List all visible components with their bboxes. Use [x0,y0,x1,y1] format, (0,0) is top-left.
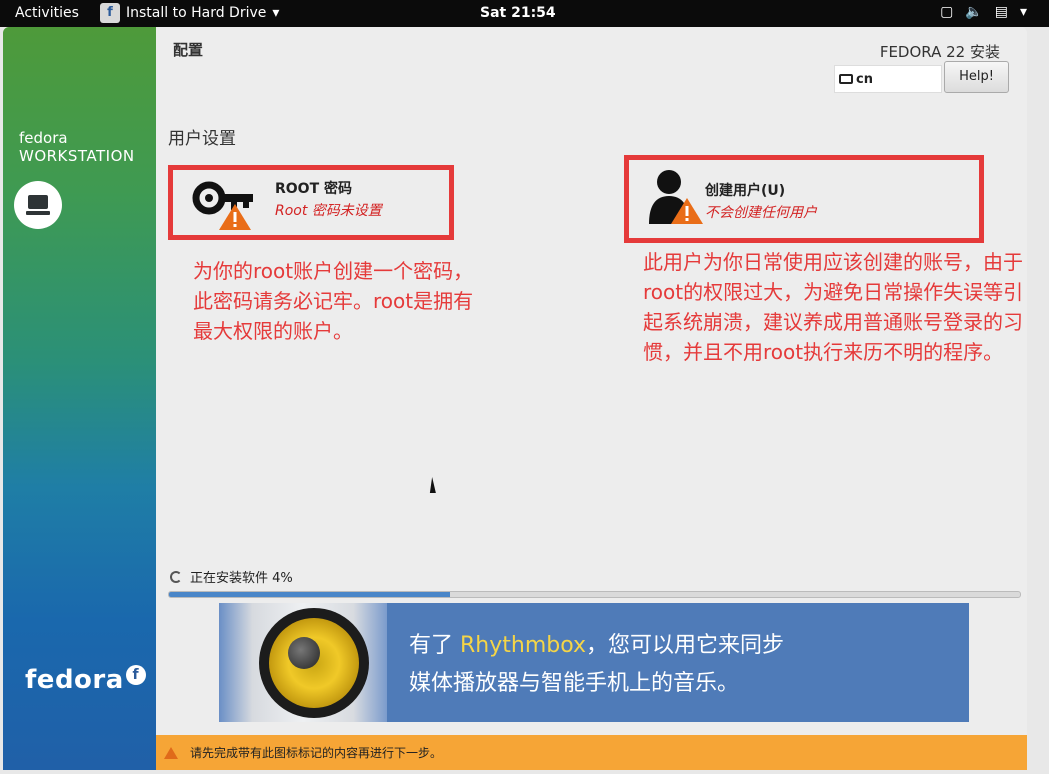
banner-line1-prefix: 有了 [409,633,460,658]
volume-icon[interactable]: 🔈 [965,4,982,20]
install-progress-label: 正在安装软件 4% [190,571,293,586]
product-title: FEDORA 22 安装 [879,43,1000,61]
banner-text: 有了 Rhythmbox，您可以用它来同步 媒体播放器与智能手机上的音乐。 [409,627,784,703]
root-annotation: 为你的root账户创建一个密码，此密码请务必记牢。root是拥有最大权限的账户。 [193,259,474,343]
banner-line2: 媒体播放器与智能手机上的音乐。 [409,671,740,696]
fedora-infinity-icon: f [125,665,146,685]
activities-button[interactable]: Activities [15,5,79,21]
app-menu-label: Install to Hard Drive [126,5,267,21]
fedora-workstation-logo: fedora WORKSTATION [19,129,135,165]
installer-window: fedora WORKSTATION fedora f 配置 FEDORA 22 … [3,27,1027,770]
app-menu[interactable]: f Install to Hard Drive ▾ [100,3,279,23]
chevron-down-icon[interactable]: ▾ [1020,4,1027,20]
system-tray[interactable]: ▢ 🔈 ▤ ▾ [940,4,1027,20]
user-annotation: 此用户为你日常使用应该创建的账号，由于root的权限过大，为避免日常操作失误等引… [643,250,1024,364]
keyboard-icon [839,74,853,84]
root-password-status: Root 密码未设置 [275,203,382,219]
create-user-hub[interactable]: 创建用户(U) 不会创建任何用户 [624,155,984,243]
section-title: 用户设置 [168,129,236,149]
logo-line1: fedora [19,129,68,147]
root-password-title: ROOT 密码 [275,181,353,197]
logo-line2: WORKSTATION [19,147,135,165]
warning-text: 请先完成带有此图标标记的内容再进行下一步。 [190,746,443,760]
sidebar: fedora WORKSTATION fedora f [3,27,156,770]
laptop-icon [14,181,62,229]
help-button[interactable]: Help! [944,61,1009,93]
spinner-icon [170,570,182,583]
battery-icon[interactable]: ▤ [995,4,1008,20]
keyboard-layout-indicator[interactable]: cn [834,65,942,93]
create-user-title: 创建用户(U) [705,183,786,199]
banner-line1-suffix: ，您可以用它来同步 [586,633,785,658]
banner-line1: 有了 Rhythmbox，您可以用它来同步 [409,627,784,665]
chevron-down-icon: ▾ [272,5,280,21]
keyboard-layout-label: cn [856,72,873,87]
main-panel: 配置 FEDORA 22 安装 cn Help! 用户设置 ROOT 密码 Ro… [156,27,1027,770]
warning-bar: 请先完成带有此图标标记的内容再进行下一步。 [156,735,1027,770]
page-title: 配置 [173,41,204,59]
mouse-cursor-icon [429,477,439,493]
speaker-icon [259,608,369,718]
clock[interactable]: Sat 21:54 [480,5,556,21]
banner-highlight: Rhythmbox [460,633,587,658]
window-icon[interactable]: ▢ [940,4,953,20]
fedora-logo: fedora f [25,665,146,695]
root-password-hub[interactable]: ROOT 密码 Root 密码未设置 [168,165,454,240]
fedora-logo-text: fedora [25,665,124,695]
warning-icon [164,746,178,759]
install-progress-bar [168,591,1021,598]
key-warning-icon [191,176,259,234]
top-bar: Activities f Install to Hard Drive ▾ Sat… [0,0,1049,27]
install-progress-fill [169,592,450,597]
create-user-status: 不会创建任何用户 [705,205,817,221]
install-progress-status: 正在安装软件 4% [170,567,293,586]
rhythmbox-banner: 有了 Rhythmbox，您可以用它来同步 媒体播放器与智能手机上的音乐。 [219,603,969,722]
installer-app-icon: f [100,3,120,23]
